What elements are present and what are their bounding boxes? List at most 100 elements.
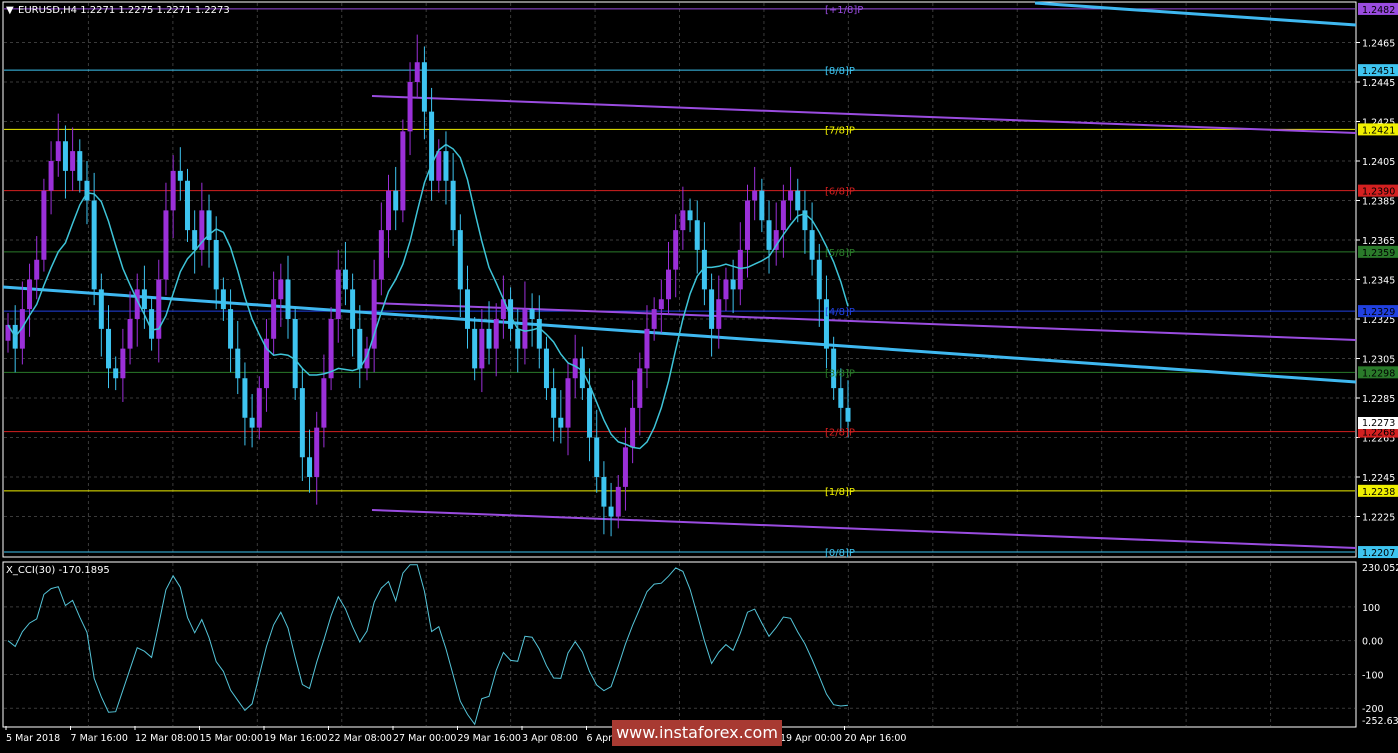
candle-body[interactable] bbox=[752, 190, 758, 201]
candle-body[interactable] bbox=[48, 161, 54, 191]
candle-body[interactable] bbox=[141, 289, 147, 310]
candle-body[interactable] bbox=[838, 388, 844, 408]
candle-body[interactable] bbox=[594, 437, 600, 478]
candle-body[interactable] bbox=[256, 388, 262, 428]
candle-body[interactable] bbox=[723, 279, 729, 300]
candle-body[interactable] bbox=[601, 477, 607, 507]
candle-body[interactable] bbox=[845, 407, 851, 422]
candle-body[interactable] bbox=[98, 289, 104, 329]
candle-body[interactable] bbox=[41, 190, 47, 260]
channel-upper-line[interactable] bbox=[371, 95, 1357, 134]
candle-body[interactable] bbox=[177, 170, 183, 181]
candle-body[interactable] bbox=[457, 230, 463, 290]
candle-body[interactable] bbox=[795, 190, 801, 211]
candle-body[interactable] bbox=[62, 141, 68, 171]
candle-body[interactable] bbox=[622, 447, 628, 487]
candle-body[interactable] bbox=[106, 328, 112, 369]
candle-body[interactable] bbox=[522, 309, 528, 349]
candle-body[interactable] bbox=[342, 269, 348, 290]
candle-body[interactable] bbox=[637, 368, 643, 408]
candle-body[interactable] bbox=[84, 180, 90, 201]
candle-body[interactable] bbox=[127, 319, 133, 349]
channel-lower-line[interactable] bbox=[371, 509, 1357, 549]
candle-body[interactable] bbox=[27, 279, 33, 310]
candle-body[interactable] bbox=[378, 230, 384, 280]
candle-body[interactable] bbox=[55, 141, 61, 161]
candle-body[interactable] bbox=[357, 328, 363, 369]
candle-body[interactable] bbox=[543, 348, 549, 389]
candle-body[interactable] bbox=[314, 427, 320, 477]
candle-body[interactable] bbox=[479, 328, 485, 369]
candle-body[interactable] bbox=[192, 230, 198, 250]
candle-body[interactable] bbox=[680, 210, 686, 231]
candle-body[interactable] bbox=[242, 378, 248, 418]
candle-body[interactable] bbox=[515, 328, 521, 349]
candle-body[interactable] bbox=[587, 388, 593, 438]
candle-body[interactable] bbox=[393, 190, 399, 211]
candle-body[interactable] bbox=[486, 328, 492, 349]
candle-body[interactable] bbox=[809, 230, 815, 260]
candle-body[interactable] bbox=[228, 309, 234, 349]
candle-body[interactable] bbox=[472, 328, 478, 369]
candle-body[interactable] bbox=[788, 190, 794, 201]
candle-body[interactable] bbox=[551, 388, 557, 418]
candle-body[interactable] bbox=[630, 407, 636, 448]
candle-body[interactable] bbox=[565, 378, 571, 428]
candle-body[interactable] bbox=[235, 348, 241, 379]
candle-body[interactable] bbox=[558, 417, 564, 428]
candle-body[interactable] bbox=[694, 220, 700, 250]
candle-body[interactable] bbox=[321, 378, 327, 428]
candle-body[interactable] bbox=[673, 230, 679, 270]
candle-body[interactable] bbox=[34, 259, 40, 280]
candle-body[interactable] bbox=[658, 299, 664, 310]
candle-body[interactable] bbox=[407, 82, 413, 132]
candle-body[interactable] bbox=[780, 200, 786, 231]
candle-body[interactable] bbox=[113, 368, 119, 379]
candle-body[interactable] bbox=[709, 289, 715, 329]
chart-dropdown-icon[interactable]: ▼ bbox=[6, 5, 14, 16]
candle-body[interactable] bbox=[77, 151, 83, 181]
candle-body[interactable] bbox=[335, 269, 341, 319]
candle-body[interactable] bbox=[608, 506, 614, 517]
candle-body[interactable] bbox=[220, 289, 226, 310]
candle-body[interactable] bbox=[493, 319, 499, 349]
candle-body[interactable] bbox=[666, 269, 672, 300]
upper-trend-line[interactable] bbox=[1034, 1, 1357, 27]
mt4-chart-window[interactable]: 1.2465 1.2445 1.2425 1.2405 1.2385 1.2365 1.23… bbox=[0, 0, 1398, 749]
candle-body[interactable] bbox=[816, 259, 822, 300]
candle-body[interactable] bbox=[278, 279, 284, 300]
candle-body[interactable] bbox=[421, 62, 427, 112]
candle-body[interactable] bbox=[414, 62, 420, 82]
candle-body[interactable] bbox=[744, 200, 750, 250]
candle-body[interactable] bbox=[572, 358, 578, 379]
candle-body[interactable] bbox=[292, 319, 298, 389]
candle-body[interactable] bbox=[350, 289, 356, 329]
candle-body[interactable] bbox=[91, 200, 97, 290]
candle-body[interactable] bbox=[149, 309, 155, 339]
cci-line[interactable] bbox=[7, 564, 849, 726]
candle-body[interactable] bbox=[120, 348, 126, 379]
candle-body[interactable] bbox=[644, 328, 650, 369]
candle-body[interactable] bbox=[759, 190, 765, 221]
candle-body[interactable] bbox=[730, 279, 736, 290]
candle-body[interactable] bbox=[170, 170, 176, 211]
candle-body[interactable] bbox=[163, 210, 169, 280]
candle-body[interactable] bbox=[184, 180, 190, 231]
candle-body[interactable] bbox=[328, 319, 334, 379]
candle-body[interactable] bbox=[716, 299, 722, 329]
candle-body[interactable] bbox=[70, 151, 76, 171]
candle-body[interactable] bbox=[450, 180, 456, 231]
candle-body[interactable] bbox=[443, 151, 449, 181]
candle-body[interactable] bbox=[615, 486, 621, 517]
candle-body[interactable] bbox=[285, 279, 291, 320]
candle-body[interactable] bbox=[386, 190, 392, 231]
candle-body[interactable] bbox=[464, 289, 470, 329]
candle-body[interactable] bbox=[536, 319, 542, 349]
candle-body[interactable] bbox=[651, 309, 657, 329]
candle-body[interactable] bbox=[249, 417, 255, 428]
chart-canvas[interactable]: 1.24651.24451.24251.24051.23851.23651.23… bbox=[0, 0, 1398, 749]
candle-body[interactable] bbox=[529, 309, 535, 319]
candle-body[interactable] bbox=[400, 131, 406, 211]
candle-body[interactable] bbox=[436, 151, 442, 181]
candle-body[interactable] bbox=[766, 220, 772, 250]
